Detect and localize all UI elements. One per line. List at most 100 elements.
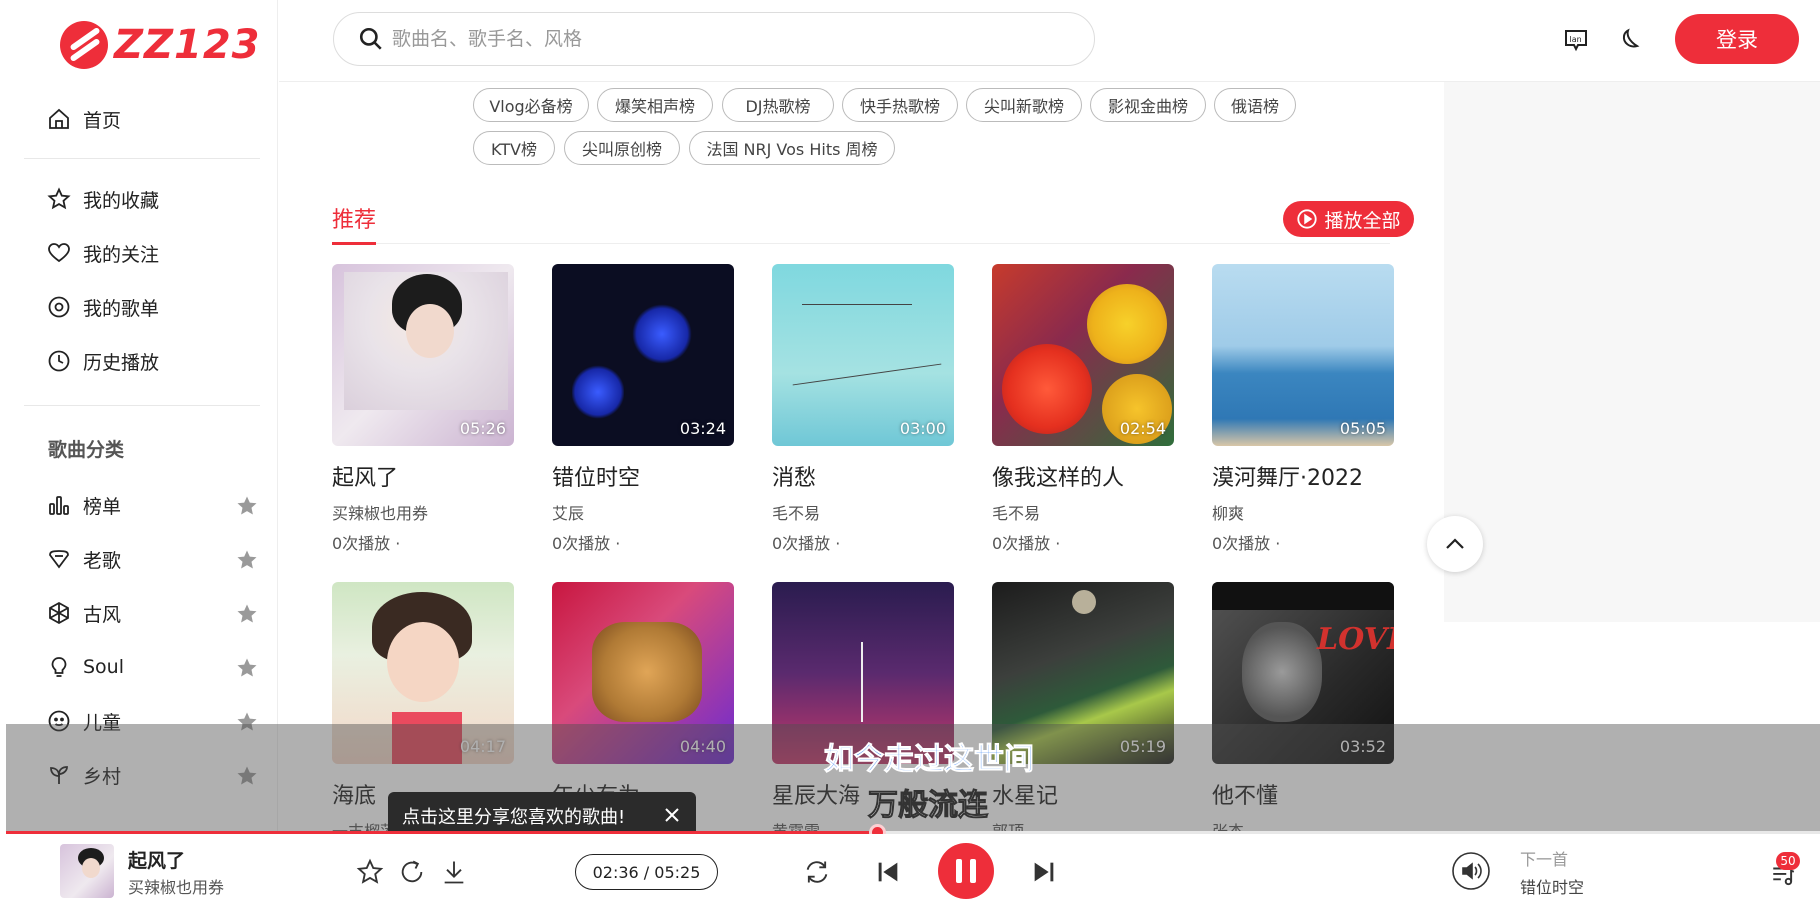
song-card[interactable]: 02:54 像我这样的人 毛不易 0次播放 · [992, 264, 1174, 554]
sidebar-item-history[interactable]: 历史播放 [47, 341, 259, 381]
song-card[interactable]: 03:24 错位时空 艾辰 0次播放 · [552, 264, 734, 554]
play-count: 0次播放 · [772, 534, 841, 553]
search-icon [359, 27, 382, 50]
sidebar-item-playlists[interactable]: 我的歌单 [47, 287, 259, 327]
svg-text:lan: lan [1570, 35, 1582, 44]
song-title[interactable]: 消愁 [772, 460, 954, 492]
sidebar-item-category-gufeng[interactable]: 古风 [47, 593, 259, 633]
volume-icon[interactable] [1451, 851, 1491, 891]
sidebar-item-category-oldies[interactable]: 老歌 [47, 539, 259, 579]
play-count: 0次播放 · [332, 534, 401, 553]
dark-mode-moon-icon[interactable] [1617, 26, 1645, 54]
queue-count-badge: 50 [1776, 852, 1800, 870]
back-to-top-button[interactable] [1427, 516, 1483, 572]
play-count: 0次播放 · [1212, 534, 1281, 553]
song-card[interactable]: 05:05 漠河舞厅·2022 柳爽 0次播放 · [1212, 264, 1394, 554]
play-all-button[interactable]: 播放全部 [1283, 201, 1414, 237]
chart-tag[interactable]: 尖叫原创榜 [564, 131, 680, 165]
sidebar-item-label: 我的歌单 [83, 297, 160, 320]
song-artist[interactable]: 买辣椒也用券 [332, 500, 514, 524]
divider [24, 405, 260, 406]
lyric-line-current: 如今走过这世间 [824, 742, 1035, 778]
divider [24, 158, 260, 159]
song-title[interactable]: 漠河舞厅·2022 [1212, 460, 1394, 492]
site-logo[interactable]: ZZ123 [60, 16, 261, 74]
login-button[interactable]: 登录 [1675, 14, 1799, 64]
song-artist[interactable]: 柳爽 [1212, 500, 1394, 524]
sidebar-item-label: 我的关注 [83, 243, 160, 266]
duration-label: 03:00 [899, 419, 946, 438]
sidebar-item-label: 古风 [83, 603, 122, 626]
home-icon [47, 107, 71, 131]
sidebar-item-home[interactable]: 首页 [47, 99, 259, 139]
search-bar[interactable] [333, 12, 1095, 66]
next-song-title[interactable]: 错位时空 [1520, 874, 1584, 898]
bar-chart-icon [47, 493, 71, 517]
share-tooltip-text: 点击这里分享您喜欢的歌曲! [402, 807, 626, 828]
play-count: 0次播放 · [992, 534, 1061, 553]
song-title[interactable]: 错位时空 [552, 460, 734, 492]
album-cover[interactable]: 05:26 [332, 264, 514, 446]
now-playing-title[interactable]: 起风了 [128, 846, 185, 873]
star-icon[interactable] [235, 494, 259, 518]
close-icon[interactable] [662, 805, 682, 825]
duration-label: 05:26 [459, 419, 506, 438]
player-bar: 起风了 买辣椒也用券 02:36 / 05:25 下一首 错位时空 50 [6, 834, 1820, 916]
chart-tag[interactable]: 尖叫新歌榜 [966, 88, 1082, 122]
song-card[interactable]: 05:26 起风了 买辣椒也用券 0次播放 · [332, 264, 514, 554]
duration-label: 05:05 [1339, 419, 1386, 438]
album-cover[interactable]: 05:05 [1212, 264, 1394, 446]
next-song-label: 下一首 [1520, 850, 1569, 869]
song-title[interactable]: 起风了 [332, 460, 514, 492]
song-artist[interactable]: 毛不易 [992, 500, 1174, 524]
logo-icon [60, 21, 108, 69]
album-cover[interactable]: 03:24 [552, 264, 734, 446]
jade-icon [47, 601, 71, 625]
pause-icon [956, 859, 962, 883]
chart-tag[interactable]: 法国 NRJ Vos Hits 周榜 [689, 131, 895, 165]
chevron-up-icon [1446, 538, 1464, 549]
section-title-categories: 歌曲分类 [48, 439, 125, 461]
repeat-icon[interactable] [803, 858, 831, 886]
album-cover[interactable]: 02:54 [992, 264, 1174, 446]
chart-tag[interactable]: KTV榜 [473, 131, 555, 165]
search-input[interactable] [392, 28, 1072, 50]
star-icon[interactable] [235, 602, 259, 626]
sidebar-item-following[interactable]: 我的关注 [47, 233, 259, 273]
vinyl-tag-icon [47, 547, 71, 571]
chart-tag[interactable]: DJ热歌榜 [722, 88, 834, 122]
sidebar-item-label: 历史播放 [83, 351, 160, 374]
sidebar-item-category-soul[interactable]: Soul [47, 647, 259, 687]
main-content: Vlog必备榜 爆笑相声榜 DJ热歌榜 快手热歌榜 尖叫新歌榜 影视金曲榜 俄语… [279, 82, 1444, 841]
chart-tag[interactable]: 俄语榜 [1214, 88, 1296, 122]
now-playing-cover[interactable] [60, 844, 114, 898]
song-title[interactable]: 像我这样的人 [992, 460, 1174, 492]
now-playing-artist[interactable]: 买辣椒也用券 [128, 874, 224, 898]
sidebar-item-label: 老歌 [83, 549, 122, 572]
next-track-icon[interactable] [1030, 858, 1058, 886]
star-icon[interactable] [235, 548, 259, 572]
tab-recommend[interactable]: 推荐 [332, 202, 377, 245]
star-icon[interactable] [235, 656, 259, 680]
sidebar-item-label: Soul [83, 656, 125, 678]
sidebar-item-label: 榜单 [83, 495, 122, 518]
favorite-star-icon[interactable] [356, 858, 384, 886]
chart-tag[interactable]: 爆笑相声榜 [597, 88, 713, 122]
sidebar-item-category-charts[interactable]: 榜单 [47, 485, 259, 525]
sidebar-item-label: 首页 [83, 109, 122, 132]
play-count: 0次播放 · [552, 534, 621, 553]
previous-track-icon[interactable] [874, 858, 902, 886]
sidebar-item-favorites[interactable]: 我的收藏 [47, 179, 259, 219]
album-cover[interactable]: 03:00 [772, 264, 954, 446]
chart-tag[interactable]: 影视金曲榜 [1090, 88, 1206, 122]
song-artist[interactable]: 毛不易 [772, 500, 954, 524]
chart-tag[interactable]: Vlog必备榜 [473, 88, 589, 122]
share-icon[interactable] [398, 858, 426, 886]
play-circle-icon [1297, 209, 1318, 229]
download-icon[interactable] [440, 858, 468, 886]
song-artist[interactable]: 艾辰 [552, 500, 734, 524]
lyrics-toggle-icon[interactable]: lan [1562, 26, 1590, 54]
song-card[interactable]: 03:00 消愁 毛不易 0次播放 · [772, 264, 954, 554]
chart-tag[interactable]: 快手热歌榜 [842, 88, 958, 122]
pause-button[interactable] [938, 843, 994, 899]
